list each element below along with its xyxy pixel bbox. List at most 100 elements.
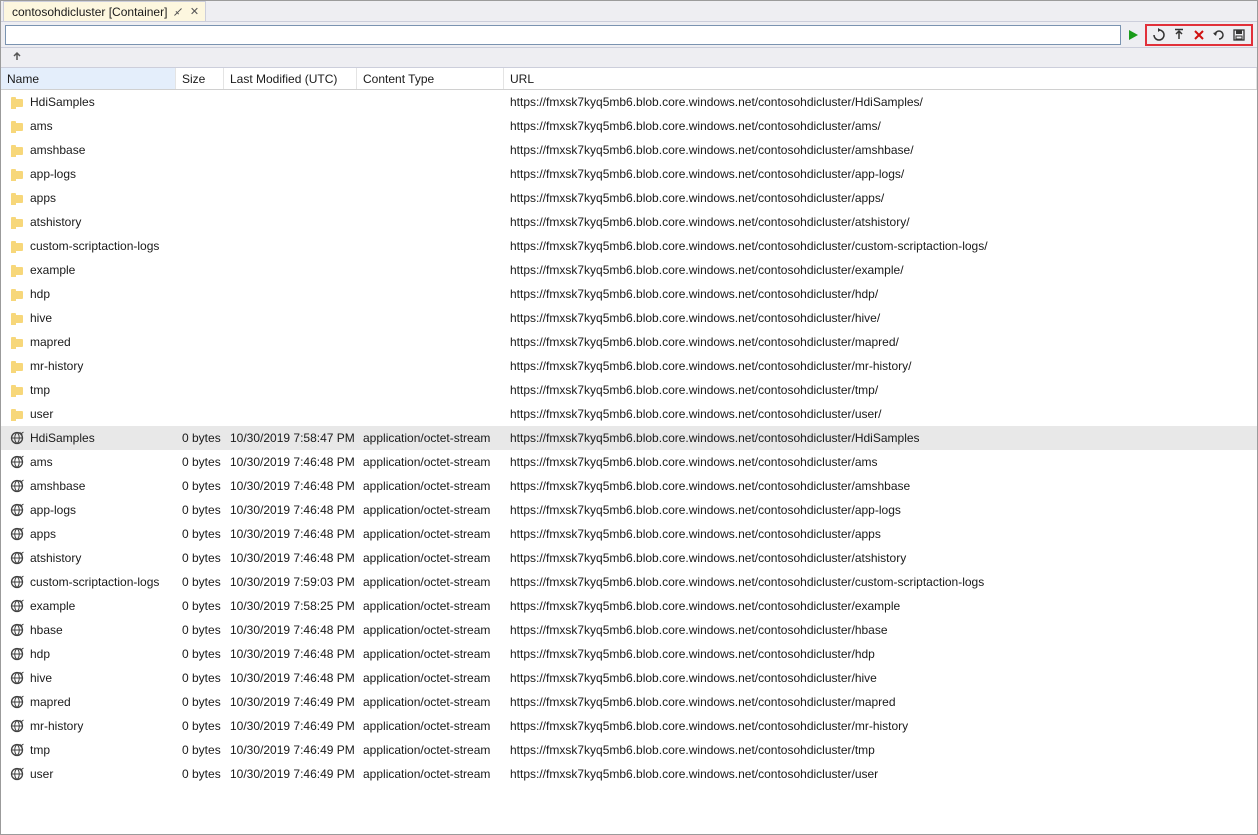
folder-row[interactable]: mapredhttps://fmxsk7kyq5mb6.blob.core.wi… — [1, 330, 1257, 354]
folder-row[interactable]: app-logshttps://fmxsk7kyq5mb6.blob.core.… — [1, 162, 1257, 186]
tab-container[interactable]: contosohdicluster [Container] ✕ — [3, 1, 206, 21]
cell-modified: 10/30/2019 7:58:25 PM — [230, 599, 363, 613]
cell-name: custom-scriptaction-logs — [30, 575, 182, 589]
blob-row[interactable]: HdiSamples0 bytes10/30/2019 7:58:47 PMap… — [1, 426, 1257, 450]
blob-row[interactable]: custom-scriptaction-logs0 bytes10/30/201… — [1, 570, 1257, 594]
blob-icon — [9, 574, 25, 590]
cell-url: https://fmxsk7kyq5mb6.blob.core.windows.… — [510, 647, 1257, 661]
cell-modified: 10/30/2019 7:46:49 PM — [230, 695, 363, 709]
cell-modified: 10/30/2019 7:59:03 PM — [230, 575, 363, 589]
cell-name: hdp — [30, 647, 182, 661]
cell-url: https://fmxsk7kyq5mb6.blob.core.windows.… — [510, 767, 1257, 781]
folder-row[interactable]: mr-historyhttps://fmxsk7kyq5mb6.blob.cor… — [1, 354, 1257, 378]
cell-name: ams — [30, 455, 182, 469]
blob-row[interactable]: hdp0 bytes10/30/2019 7:46:48 PMapplicati… — [1, 642, 1257, 666]
blob-row[interactable]: ams0 bytes10/30/2019 7:46:48 PMapplicati… — [1, 450, 1257, 474]
cell-url: https://fmxsk7kyq5mb6.blob.core.windows.… — [510, 215, 1257, 229]
blob-row[interactable]: mapred0 bytes10/30/2019 7:46:49 PMapplic… — [1, 690, 1257, 714]
pin-icon[interactable] — [173, 7, 183, 17]
blob-row[interactable]: mr-history0 bytes10/30/2019 7:46:49 PMap… — [1, 714, 1257, 738]
breadcrumb — [1, 48, 1257, 68]
column-header-content-type[interactable]: Content Type — [357, 68, 504, 89]
folder-row[interactable]: atshistory https://fmxsk7kyq5mb6.blob.cor… — [1, 210, 1257, 234]
blob-row[interactable]: hive0 bytes10/30/2019 7:46:48 PMapplicat… — [1, 666, 1257, 690]
upload-button[interactable] — [1169, 25, 1189, 45]
cell-url: https://fmxsk7kyq5mb6.blob.core.windows.… — [510, 575, 1257, 589]
open-button[interactable] — [1209, 25, 1229, 45]
cell-name: hdp — [30, 287, 182, 301]
cell-modified: 10/30/2019 7:58:47 PM — [230, 431, 363, 445]
cell-url: https://fmxsk7kyq5mb6.blob.core.windows.… — [510, 599, 1257, 613]
toolbar-highlighted-group — [1145, 24, 1253, 46]
delete-button[interactable] — [1189, 25, 1209, 45]
blob-row[interactable]: user0 bytes10/30/2019 7:46:49 PMapplicat… — [1, 762, 1257, 786]
cell-name: hbase — [30, 623, 182, 637]
blob-list[interactable]: HdiSamples https://fmxsk7kyq5mb6.blob.cor… — [1, 90, 1257, 834]
cell-url: https://fmxsk7kyq5mb6.blob.core.windows.… — [510, 407, 1257, 421]
blob-icon — [9, 454, 25, 470]
folder-row[interactable]: hive https://fmxsk7kyq5mb6.blob.core.wind… — [1, 306, 1257, 330]
refresh-button[interactable] — [1149, 25, 1169, 45]
cell-modified: 10/30/2019 7:46:49 PM — [230, 767, 363, 781]
column-header-url[interactable]: URL — [504, 68, 1257, 89]
folder-row[interactable]: examplehttps://fmxsk7kyq5mb6.blob.core.w… — [1, 258, 1257, 282]
cell-name: example — [30, 263, 182, 277]
folder-icon — [9, 382, 25, 398]
blob-row[interactable]: tmp0 bytes10/30/2019 7:46:49 PMapplicati… — [1, 738, 1257, 762]
save-button[interactable] — [1229, 25, 1249, 45]
blob-row[interactable]: amshbase0 bytes10/30/2019 7:46:48 PMappl… — [1, 474, 1257, 498]
cell-content-type: application/octet-stream — [363, 527, 510, 541]
cell-url: https://fmxsk7kyq5mb6.blob.core.windows.… — [510, 383, 1257, 397]
cell-modified: 10/30/2019 7:46:49 PM — [230, 719, 363, 733]
folder-row[interactable]: amshbasehttps://fmxsk7kyq5mb6.blob.core.… — [1, 138, 1257, 162]
folder-icon — [9, 238, 25, 254]
folder-row[interactable]: user https://fmxsk7kyq5mb6.blob.core.wind… — [1, 402, 1257, 426]
folder-icon — [9, 190, 25, 206]
tab-strip: contosohdicluster [Container] ✕ — [1, 1, 1257, 22]
folder-row[interactable]: tmphttps://fmxsk7kyq5mb6.blob.core.windo… — [1, 378, 1257, 402]
folder-row[interactable]: hdp https://fmxsk7kyq5mb6.blob.core.windo… — [1, 282, 1257, 306]
cell-size: 0 bytes — [182, 551, 230, 565]
cell-url: https://fmxsk7kyq5mb6.blob.core.windows.… — [510, 551, 1257, 565]
blob-row[interactable]: app-logs0 bytes10/30/2019 7:46:48 PMappl… — [1, 498, 1257, 522]
cell-content-type: application/octet-stream — [363, 623, 510, 637]
up-one-level-icon[interactable] — [11, 50, 23, 65]
cell-name: user — [30, 407, 182, 421]
cell-name: HdiSamples — [30, 431, 182, 445]
folder-row[interactable]: HdiSampleshttps://fmxsk7kyq5mb6.blob.cor… — [1, 90, 1257, 114]
column-header-name[interactable]: Name — [1, 68, 176, 89]
cell-name: hive — [30, 671, 182, 685]
cell-size: 0 bytes — [182, 599, 230, 613]
folder-icon — [9, 286, 25, 302]
cell-name: custom-scriptaction-logs — [30, 239, 182, 253]
cell-content-type: application/octet-stream — [363, 479, 510, 493]
blob-row[interactable]: hbase0 bytes10/30/2019 7:46:48 PMapplica… — [1, 618, 1257, 642]
address-input[interactable] — [5, 25, 1121, 45]
cell-content-type: application/octet-stream — [363, 743, 510, 757]
cell-name: atshistory — [30, 215, 182, 229]
column-header-size[interactable]: Size — [176, 68, 224, 89]
blob-row[interactable]: apps0 bytes10/30/2019 7:46:48 PMapplicat… — [1, 522, 1257, 546]
cell-url: https://fmxsk7kyq5mb6.blob.core.windows.… — [510, 719, 1257, 733]
column-header-modified[interactable]: Last Modified (UTC) — [224, 68, 357, 89]
cell-content-type: application/octet-stream — [363, 671, 510, 685]
blob-icon — [9, 598, 25, 614]
close-icon[interactable]: ✕ — [189, 7, 199, 17]
cell-name: apps — [30, 527, 182, 541]
cell-name: hive — [30, 311, 182, 325]
cell-content-type: application/octet-stream — [363, 575, 510, 589]
cell-url: https://fmxsk7kyq5mb6.blob.core.windows.… — [510, 191, 1257, 205]
folder-row[interactable]: appshttps://fmxsk7kyq5mb6.blob.core.wind… — [1, 186, 1257, 210]
blob-icon — [9, 646, 25, 662]
folder-row[interactable]: custom-scriptaction-logshttps://fmxsk7ky… — [1, 234, 1257, 258]
blob-row[interactable]: atshistory0 bytes10/30/2019 7:46:48 PMap… — [1, 546, 1257, 570]
cell-modified: 10/30/2019 7:46:48 PM — [230, 647, 363, 661]
run-button[interactable] — [1123, 25, 1143, 45]
cell-url: https://fmxsk7kyq5mb6.blob.core.windows.… — [510, 311, 1257, 325]
cell-name: app-logs — [30, 167, 182, 181]
blob-row[interactable]: example0 bytes10/30/2019 7:58:25 PMappli… — [1, 594, 1257, 618]
column-header: Name Size Last Modified (UTC) Content Ty… — [1, 68, 1257, 90]
folder-row[interactable]: amshttps://fmxsk7kyq5mb6.blob.core.windo… — [1, 114, 1257, 138]
cell-content-type: application/octet-stream — [363, 503, 510, 517]
cell-url: https://fmxsk7kyq5mb6.blob.core.windows.… — [510, 287, 1257, 301]
